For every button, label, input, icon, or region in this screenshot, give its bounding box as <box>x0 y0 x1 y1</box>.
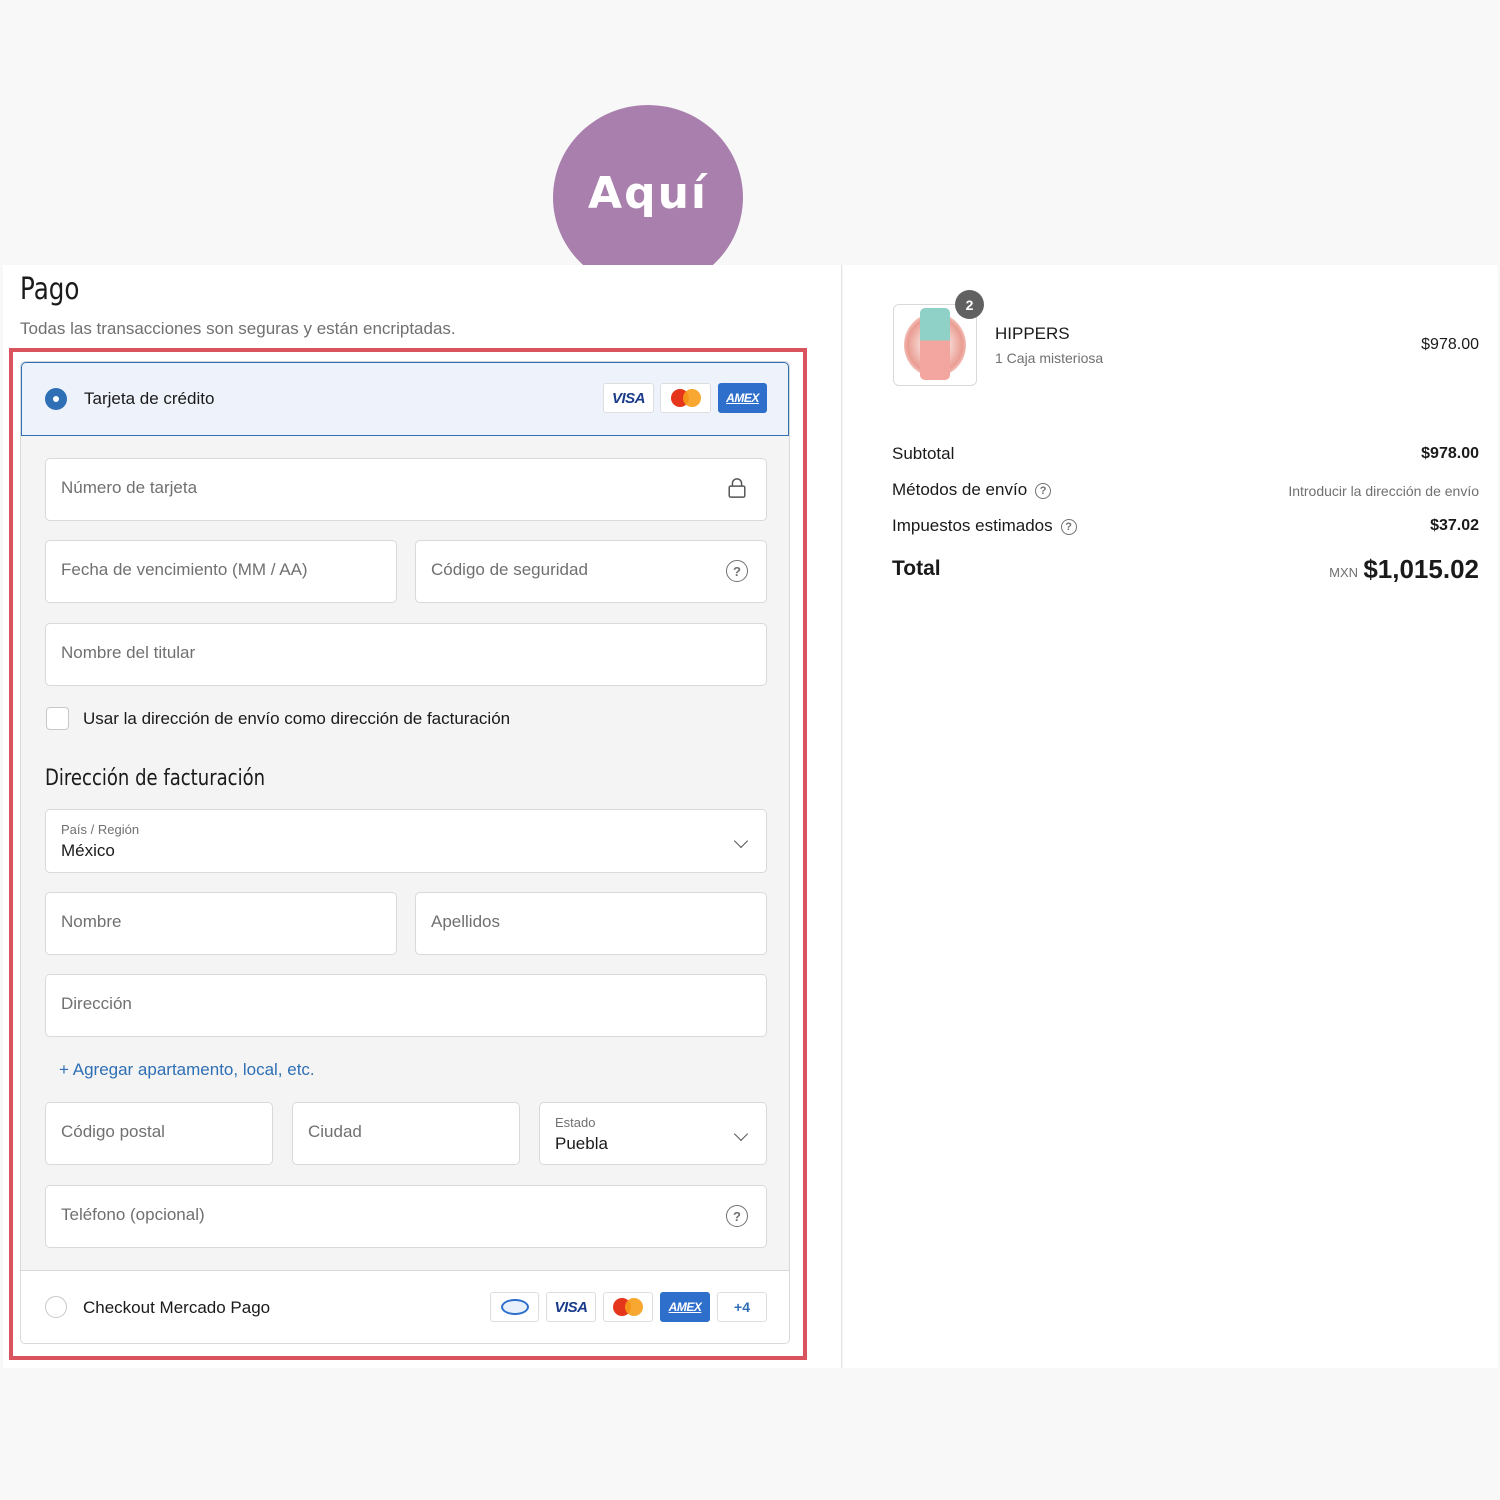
help-icon[interactable]: ? <box>1035 483 1052 499</box>
highlight-frame <box>9 348 807 1360</box>
quantity-badge: 2 <box>955 290 984 319</box>
total-value: $1,015.02 <box>1363 554 1479 584</box>
taxes-value: $37.02 <box>1430 517 1479 534</box>
callout-bubble: Aquí <box>553 105 743 290</box>
subtotal-value: $978.00 <box>1421 445 1479 462</box>
taxes-label: Impuestos estimados? <box>892 516 1077 536</box>
shipping-value: Introducir la dirección de envío <box>1288 483 1479 499</box>
subtotal-label: Subtotal <box>892 444 955 463</box>
shipping-methods-label: Métodos de envío? <box>892 480 1052 500</box>
product-name: HIPPERS <box>995 324 1070 343</box>
help-icon[interactable]: ? <box>1060 519 1077 535</box>
product-price: $978.00 <box>1421 336 1479 353</box>
product-variant: 1 Caja misteriosa <box>995 350 1104 366</box>
page-subtitle: Todas las transacciones son seguras y es… <box>20 319 456 338</box>
total-currency: MXN <box>1329 565 1358 580</box>
total-label: Total <box>892 557 941 580</box>
callout-text: Aquí <box>588 168 708 219</box>
panel-divider <box>841 265 842 1368</box>
page-title: Pago <box>20 272 80 307</box>
order-summary-panel <box>843 265 1498 1368</box>
